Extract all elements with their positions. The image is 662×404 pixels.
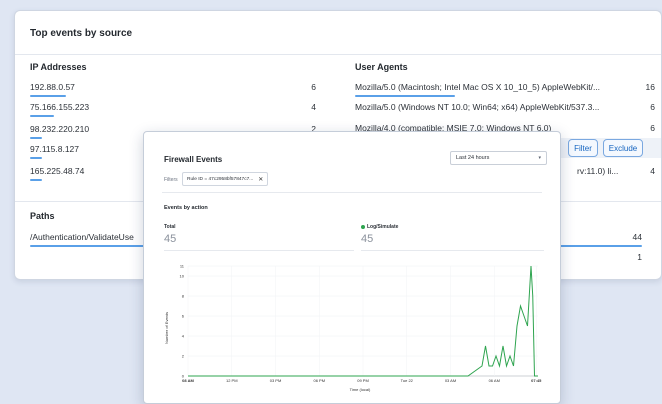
y-axis-ticks: 024681011 xyxy=(180,264,185,379)
user-agent-link[interactable]: Mozilla/5.0 (Macintosh; Intel Mac OS X 1… xyxy=(355,82,600,92)
user-agent-link[interactable]: rv:11.0) li... xyxy=(577,166,618,176)
ip-address-link[interactable]: 97.115.8.127 xyxy=(30,144,79,154)
ip-address-link[interactable]: 75.166.155.223 xyxy=(30,102,89,112)
ip-bar xyxy=(30,137,42,139)
time-range-select[interactable]: Last 24 hours ▾ xyxy=(450,151,547,165)
x-tick-label: 08 AM xyxy=(182,378,194,383)
log-simulate-text: Log/Simulate xyxy=(367,224,399,230)
x-tick-label: 03 AM xyxy=(445,378,456,383)
user-agent-row[interactable]: Mozilla/5.0 (Windows NT 10.0; Win64; x64… xyxy=(355,102,655,112)
events-line-chart[interactable]: 024681011 08 AM 12 PM 03 PM 06 PM 09 PM Tue 2… xyxy=(162,258,544,398)
ip-bar xyxy=(30,115,54,117)
ip-row[interactable]: 75.166.155.223 4 xyxy=(30,102,316,112)
exclude-button[interactable]: Exclude xyxy=(603,139,643,157)
user-agents-header: User Agents xyxy=(355,62,408,72)
log-simulate-label[interactable]: Log/Simulate xyxy=(361,224,398,230)
user-agent-link[interactable]: Mozilla/5.0 (Windows NT 10.0; Win64; x64… xyxy=(355,102,599,112)
ip-address-link[interactable]: 165.225.48.74 xyxy=(30,166,84,176)
path-count: 1 xyxy=(637,252,642,262)
user-agent-count: 6 xyxy=(650,102,655,112)
chevron-down-icon: ▾ xyxy=(538,155,541,161)
x-tick-label: 06 PM xyxy=(313,378,325,383)
total-label: Total xyxy=(164,224,176,230)
ip-count: 4 xyxy=(311,102,316,112)
y-tick-label: 4 xyxy=(182,334,185,339)
y-tick-label: 8 xyxy=(182,294,185,299)
panel-title: Firewall Events xyxy=(164,155,223,164)
ip-address-link[interactable]: 192.88.0.57 xyxy=(30,82,75,92)
ip-address-link[interactable]: 98.232.220.210 xyxy=(30,124,89,134)
user-agent-count: 6 xyxy=(650,123,655,133)
user-agent-bar xyxy=(355,95,455,97)
x-axis-label: Time (local) xyxy=(350,387,371,392)
paths-header: Paths xyxy=(30,211,55,221)
chart-gridlines xyxy=(187,265,538,377)
panel-title: Top events by source xyxy=(30,28,133,39)
y-tick-label: 6 xyxy=(182,314,185,319)
ip-bar xyxy=(30,157,42,159)
filter-button[interactable]: Filter xyxy=(568,139,598,157)
filter-chip-label: Rule ID = 47c2958bf57847c7... xyxy=(187,176,254,182)
ip-bar xyxy=(30,179,42,181)
time-range-value: Last 24 hours xyxy=(456,155,490,161)
ip-bar xyxy=(30,95,66,97)
filter-chip[interactable]: Rule ID = 47c2958bf57847c7... ✕ xyxy=(182,172,269,186)
x-tick-label: Tue 22 xyxy=(401,378,414,383)
section-title: Events by action xyxy=(164,205,208,211)
x-tick-label: 07:45 xyxy=(531,378,542,383)
user-agent-row[interactable]: Mozilla/5.0 (Macintosh; Intel Mac OS X 1… xyxy=(355,82,655,92)
log-simulate-value: 45 xyxy=(361,233,374,245)
y-tick-label: 10 xyxy=(180,274,185,279)
divider xyxy=(164,250,354,251)
user-agent-count: 4 xyxy=(650,166,655,176)
user-agent-count: 16 xyxy=(645,82,655,92)
path-count: 44 xyxy=(632,232,642,242)
y-tick-label: 11 xyxy=(180,264,185,269)
y-axis-label: Number of Events xyxy=(164,312,169,344)
x-axis-ticks: 08 AM 12 PM 03 PM 06 PM 09 PM Tue 22 03 AM 06 A… xyxy=(182,378,542,383)
close-icon[interactable]: ✕ xyxy=(258,176,263,183)
x-tick-label: 06 AM xyxy=(489,378,500,383)
divider xyxy=(15,54,661,55)
total-value: 45 xyxy=(164,233,177,245)
firewall-events-panel: Firewall Events Last 24 hours ▾ Filters … xyxy=(143,131,561,404)
y-tick-label: 2 xyxy=(182,354,185,359)
x-tick-label: 09 PM xyxy=(357,378,369,383)
ip-addresses-header: IP Addresses xyxy=(30,62,87,72)
ip-count: 6 xyxy=(311,82,316,92)
divider xyxy=(162,192,542,193)
status-dot-icon xyxy=(361,224,365,229)
divider xyxy=(361,250,544,251)
x-tick-label: 12 PM xyxy=(226,378,238,383)
x-tick-label: 03 PM xyxy=(270,378,282,383)
ip-row[interactable]: 192.88.0.57 6 xyxy=(30,82,316,92)
filters-label: Filters xyxy=(164,177,178,183)
path-link[interactable]: /Authentication/ValidateUse xyxy=(30,232,134,242)
